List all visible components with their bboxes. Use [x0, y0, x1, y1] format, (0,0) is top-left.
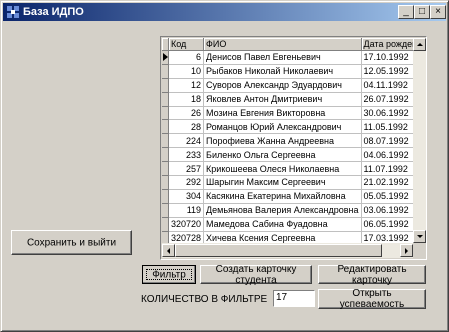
cell-dob[interactable]: 05.05.1992	[361, 189, 413, 204]
cell-dob[interactable]: 04.11.1992	[361, 78, 413, 93]
students-table: Код ФИО Дата рождения 6Денисов Павел Евг…	[162, 38, 413, 243]
table-row[interactable]: 26 Мозина Евгения Викторовна 30.06.1992	[162, 106, 413, 121]
students-grid[interactable]: Код ФИО Дата рождения 6Денисов Павел Евг…	[160, 36, 427, 260]
cell-name[interactable]: Биленко Ольга Сергеевна	[203, 147, 362, 163]
arrow-right-icon	[405, 248, 408, 254]
header-row: Код ФИО Дата рождения	[162, 38, 413, 51]
cell-name[interactable]: Суворов Александр Эдуардович	[203, 78, 362, 93]
save-exit-button[interactable]: Сохранить и выйти	[11, 230, 132, 255]
cell-code[interactable]: 12	[168, 78, 205, 93]
cell-code[interactable]: 224	[168, 133, 205, 149]
horizontal-scrollbar[interactable]	[162, 243, 413, 258]
table-row[interactable]: 18 Яковлев Антон Дмитриевич 26.07.1992	[162, 92, 413, 107]
cell-dob[interactable]: 26.07.1992	[361, 92, 413, 107]
table-row[interactable]: 292 Шарыгин Максим Сергеевич 21.02.1992	[162, 175, 413, 190]
create-card-label: Создать карточку студента	[215, 263, 297, 286]
cell-code[interactable]: 257	[168, 161, 205, 177]
cell-name[interactable]: Порофиева Жанна Андреевна	[203, 133, 362, 149]
maximize-button[interactable]: □	[414, 5, 430, 19]
table-row[interactable]: 28 Романцов Юрий Александрович 11.05.1992	[162, 119, 413, 135]
app-icon	[7, 6, 19, 18]
scroll-left-button[interactable]	[162, 244, 175, 257]
cell-dob[interactable]: 17.03.1992	[361, 231, 413, 243]
minimize-button[interactable]: _	[398, 5, 414, 19]
close-button[interactable]: ×	[430, 5, 446, 19]
filter-count-label: КОЛИЧЕСТВО В ФИЛЬТРЕ	[141, 294, 268, 305]
cell-name[interactable]: Шарыгин Максим Сергеевич	[203, 175, 362, 190]
cell-code[interactable]: 10	[168, 64, 205, 79]
cell-dob[interactable]: 11.05.1992	[361, 119, 413, 135]
cell-dob[interactable]: 06.05.1992	[361, 217, 413, 232]
vertical-scrollbar[interactable]	[413, 38, 426, 243]
cell-dob[interactable]: 08.07.1992	[361, 133, 413, 149]
cell-name[interactable]: Мозина Евгения Викторовна	[203, 106, 362, 121]
scroll-up-button[interactable]	[413, 38, 426, 51]
column-header-dob[interactable]: Дата рождения	[361, 38, 413, 51]
cell-name[interactable]: Демьянова Валерия Александровна	[203, 203, 362, 218]
filter-label: Фильтр	[152, 269, 186, 280]
current-row-pointer-icon	[163, 53, 168, 62]
cell-code[interactable]: 304	[168, 189, 205, 204]
arrow-left-icon	[167, 248, 170, 254]
cell-dob[interactable]: 04.06.1992	[361, 147, 413, 163]
table-row[interactable]: 304 Касякина Екатерина Михайловна 05.05.19…	[162, 189, 413, 204]
table-row[interactable]: 233 Биленко Ольга Сергеевна 04.06.1992	[162, 147, 413, 163]
cell-name[interactable]: Рыбаков Николай Николаевич	[203, 64, 362, 79]
cell-code[interactable]: 6	[168, 50, 205, 65]
cell-code[interactable]: 26	[168, 106, 205, 121]
cell-code[interactable]: 119	[168, 203, 205, 218]
maximize-icon: □	[418, 6, 426, 17]
cell-dob[interactable]: 30.06.1992	[361, 106, 413, 121]
cell-dob[interactable]: 03.06.1992	[361, 203, 413, 218]
edit-card-label: Редактировать карточку	[337, 263, 407, 286]
table-row[interactable]: 320728 Хичева Ксения Сергеевна 17.03.1992	[162, 231, 413, 243]
column-header-code[interactable]: Код	[168, 38, 205, 51]
cell-code[interactable]: 320728	[168, 231, 205, 243]
cell-dob[interactable]: 21.02.1992	[361, 175, 413, 190]
cell-name[interactable]: Мамедова Сабина Фуадовна	[203, 217, 362, 232]
filter-button[interactable]: Фильтр	[142, 265, 196, 284]
save-exit-label: Сохранить и выйти	[26, 237, 117, 248]
horizontal-scroll-thumb[interactable]	[175, 244, 382, 257]
table-row[interactable]: 12 Суворов Александр Эдуардович 04.11.1992	[162, 78, 413, 93]
grid-body: Код ФИО Дата рождения 6Денисов Павел Евг…	[162, 38, 413, 243]
table-row[interactable]: 257 Крикошеева Олеся Николаевна 11.07.1992	[162, 161, 413, 177]
cell-code[interactable]: 28	[168, 119, 205, 135]
filter-count-field[interactable]: 17	[273, 290, 315, 307]
cell-dob[interactable]: 11.07.1992	[361, 161, 413, 177]
cell-code[interactable]: 292	[168, 175, 205, 190]
arrow-down-icon	[417, 235, 423, 238]
arrow-up-icon	[417, 43, 423, 46]
table-row[interactable]: 10 Рыбаков Николай Николаевич 12.05.1992	[162, 64, 413, 79]
cell-code[interactable]: 18	[168, 92, 205, 107]
table-row[interactable]: 119 Демьянова Валерия Александровна 03.06.…	[162, 203, 413, 218]
open-progress-label: Открыть успеваемость	[339, 288, 405, 310]
cell-name[interactable]: Денисов Павел Евгеньевич	[203, 50, 362, 65]
column-header-name[interactable]: ФИО	[203, 38, 362, 51]
cell-dob[interactable]: 12.05.1992	[361, 64, 413, 79]
cell-name[interactable]: Хичева Ксения Сергеевна	[203, 231, 362, 243]
cell-name[interactable]: Крикошеева Олеся Николаевна	[203, 161, 362, 177]
cell-code[interactable]: 233	[168, 147, 205, 163]
cell-name[interactable]: Касякина Екатерина Михайловна	[203, 189, 362, 204]
cell-name[interactable]: Яковлев Антон Дмитриевич	[203, 92, 362, 107]
main-window: База ИДПО _ □ × Код ФИО Дата рождения	[0, 0, 449, 332]
cell-code[interactable]: 320720	[168, 217, 205, 232]
table-row[interactable]: 320720 Мамедова Сабина Фуадовна 06.05.1992	[162, 217, 413, 232]
scroll-down-button[interactable]	[413, 230, 426, 243]
title-bar[interactable]: База ИДПО _ □ ×	[3, 3, 446, 21]
close-icon: ×	[435, 6, 441, 17]
window-title: База ИДПО	[23, 6, 84, 18]
create-card-button[interactable]: Создать карточку студента	[200, 263, 312, 286]
cell-dob[interactable]: 17.10.1992	[361, 50, 413, 65]
minimize-icon: _	[403, 6, 409, 17]
edit-card-button[interactable]: Редактировать карточку	[318, 263, 426, 286]
table-row[interactable]: 6 Денисов Павел Евгеньевич 17.10.1992	[162, 50, 413, 65]
table-row[interactable]: 224 Порофиева Жанна Андреевна 08.07.1992	[162, 133, 413, 149]
cell-name[interactable]: Романцов Юрий Александрович	[203, 119, 362, 135]
open-progress-button[interactable]: Открыть успеваемость	[318, 288, 426, 310]
scroll-right-button[interactable]	[400, 244, 413, 257]
